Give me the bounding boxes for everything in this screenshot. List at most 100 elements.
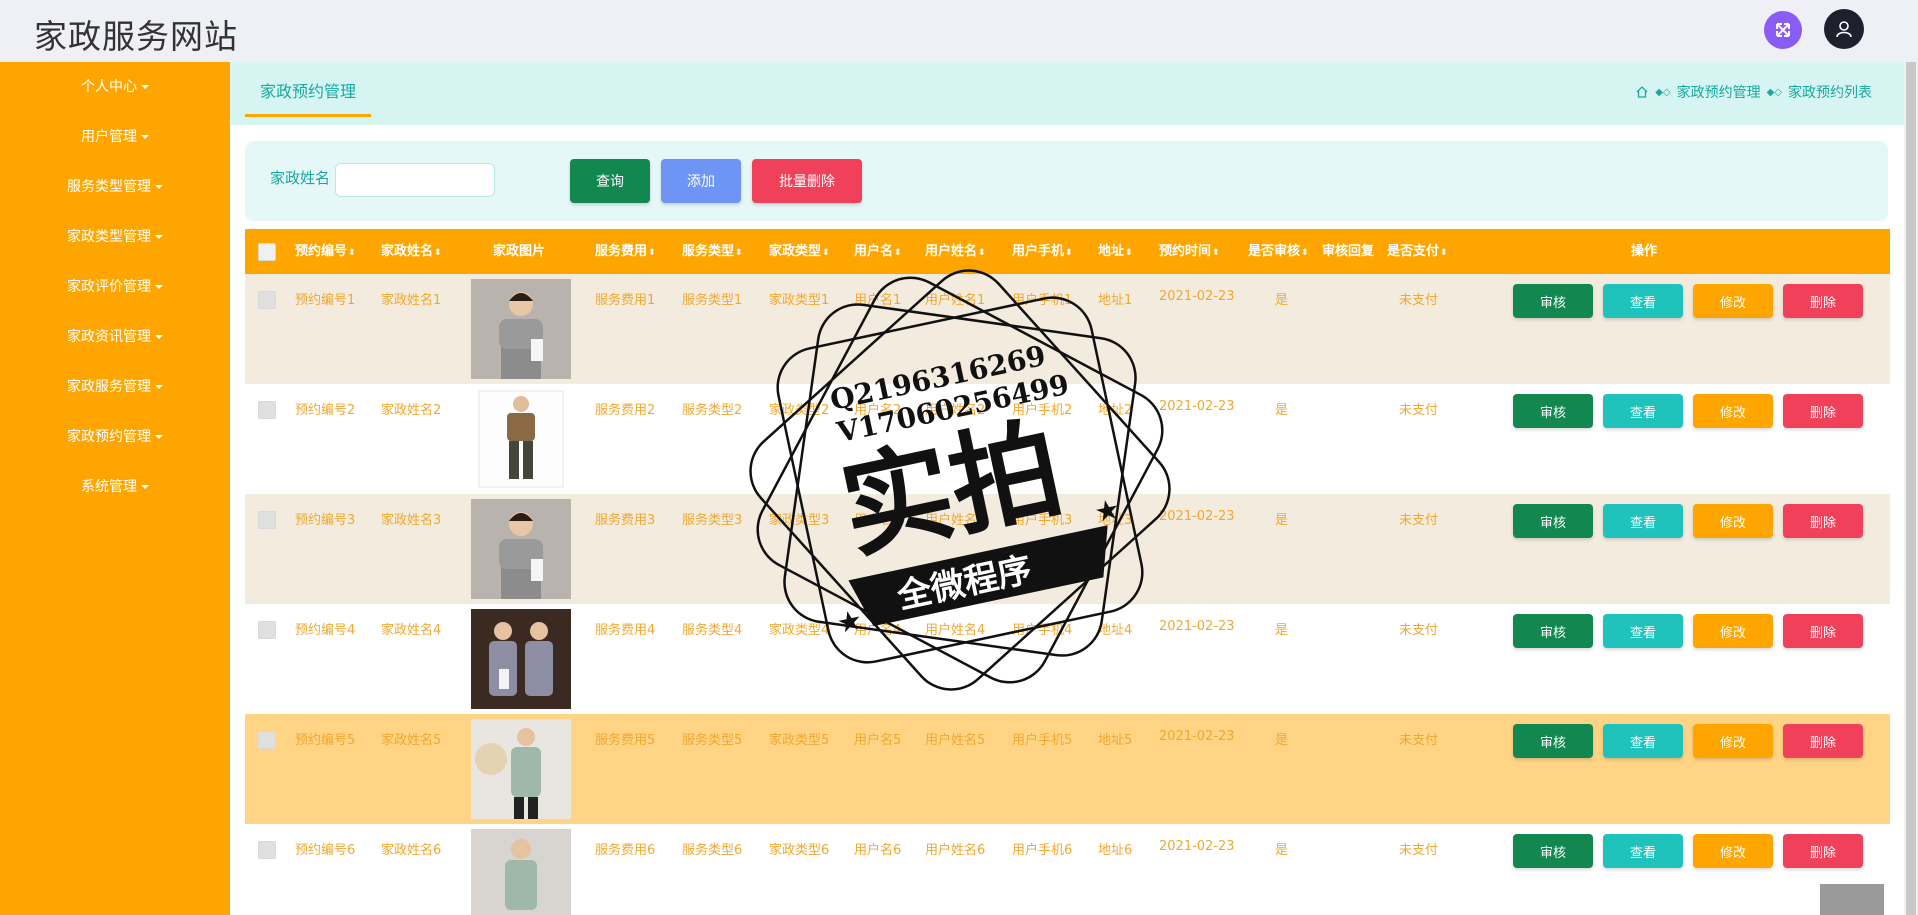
cell-fee: 服务费用2 <box>595 403 656 418</box>
sidebar-item-appointments[interactable]: 家政预约管理 <box>0 417 230 457</box>
header-address[interactable]: 地址⬍ <box>1098 229 1133 274</box>
cell-time: 2021-02-23 <box>1159 289 1235 304</box>
tab-appointments[interactable]: 家政预约管理 <box>245 72 372 117</box>
sort-icon: ⬍ <box>348 248 356 258</box>
cell-service-type: 服务类型5 <box>682 733 743 748</box>
breadcrumb: ◆◇ 家政预约管理 ◆◇ 家政预约列表 <box>1635 82 1872 102</box>
edit-button[interactable]: 修改 <box>1693 504 1773 538</box>
cell-paid: 未支付 <box>1399 733 1439 748</box>
cell-user-realname: 用户姓名5 <box>925 733 986 748</box>
table-row: 预约编号5 家政姓名5 服务费用5 服务类型5 家政类型5 用户名5 用户姓名5… <box>245 714 1890 824</box>
cell-paid: 未支付 <box>1399 623 1439 638</box>
header-username[interactable]: 用户名⬍ <box>854 229 902 274</box>
delete-button[interactable]: 删除 <box>1783 504 1863 538</box>
header-name[interactable]: 家政姓名⬍ <box>381 229 442 274</box>
breadcrumb-item[interactable]: 家政预约列表 <box>1788 82 1872 102</box>
sidebar-item-personal-center[interactable]: 个人中心 <box>0 67 230 107</box>
housekeeper-photo <box>471 719 571 819</box>
select-all-checkbox[interactable] <box>258 243 276 261</box>
header-paid[interactable]: 是否支付⬍ <box>1387 229 1448 274</box>
search-panel: 家政姓名 查询 添加 批量删除 <box>245 141 1888 221</box>
user-avatar-button[interactable] <box>1824 9 1864 49</box>
add-button[interactable]: 添加 <box>661 159 741 203</box>
audit-button[interactable]: 审核 <box>1513 614 1593 648</box>
sidebar-item-reviews[interactable]: 家政评价管理 <box>0 267 230 307</box>
header-user-realname[interactable]: 用户姓名⬍ <box>925 229 986 274</box>
cell-audited: 是 <box>1275 403 1289 418</box>
breadcrumb-item[interactable]: 家政预约管理 <box>1677 82 1761 102</box>
cell-service-type: 服务类型2 <box>682 403 743 418</box>
cell-user-realname: 用户姓名4 <box>925 623 986 638</box>
view-button[interactable]: 查看 <box>1603 614 1683 648</box>
sidebar-item-label: 家政评价管理 <box>67 279 151 295</box>
header-time[interactable]: 预约时间⬍ <box>1159 229 1220 274</box>
edit-button[interactable]: 修改 <box>1693 724 1773 758</box>
cell-id: 预约编号4 <box>295 623 356 638</box>
audit-button[interactable]: 审核 <box>1513 284 1593 318</box>
cell-name: 家政姓名4 <box>381 623 442 638</box>
cell-time: 2021-02-23 <box>1159 619 1235 634</box>
cell-user-phone: 用户手机1 <box>1012 293 1073 308</box>
header-housekeeping-type[interactable]: 家政类型⬍ <box>769 229 830 274</box>
header-appointment-id[interactable]: 预约编号⬍ <box>295 229 356 274</box>
audit-button[interactable]: 审核 <box>1513 504 1593 538</box>
view-button[interactable]: 查看 <box>1603 284 1683 318</box>
header-user-phone[interactable]: 用户手机⬍ <box>1012 229 1073 274</box>
search-input[interactable] <box>335 163 495 197</box>
cell-audited: 是 <box>1275 293 1289 308</box>
view-button[interactable]: 查看 <box>1603 504 1683 538</box>
sort-icon: ⬍ <box>648 248 656 258</box>
row-checkbox[interactable] <box>258 841 276 859</box>
delete-button[interactable]: 删除 <box>1783 394 1863 428</box>
row-checkbox[interactable] <box>258 621 276 639</box>
search-label: 家政姓名 <box>270 169 331 187</box>
sidebar-item-system[interactable]: 系统管理 <box>0 467 230 507</box>
sort-icon: ⬍ <box>1440 248 1448 258</box>
sidebar-item-news[interactable]: 家政资讯管理 <box>0 317 230 357</box>
edit-button[interactable]: 修改 <box>1693 284 1773 318</box>
cell-user-realname: 用户姓名3 <box>925 513 986 528</box>
housekeeper-photo <box>471 829 571 915</box>
batch-delete-button[interactable]: 批量删除 <box>752 159 862 203</box>
row-checkbox[interactable] <box>258 731 276 749</box>
fullscreen-button[interactable] <box>1764 11 1802 49</box>
delete-button[interactable]: 删除 <box>1783 724 1863 758</box>
view-button[interactable]: 查看 <box>1603 724 1683 758</box>
housekeeper-photo <box>471 609 571 709</box>
main-content: 家政预约管理 ◆◇ 家政预约管理 ◆◇ 家政预约列表 家政姓名 查询 添加 批量… <box>230 62 1904 915</box>
cell-housekeeping-type: 家政类型4 <box>769 623 830 638</box>
audit-button[interactable]: 审核 <box>1513 724 1593 758</box>
header-fee[interactable]: 服务费用⬍ <box>595 229 656 274</box>
floating-widget[interactable] <box>1820 884 1884 915</box>
edit-button[interactable]: 修改 <box>1693 834 1773 868</box>
sidebar-item-service-types[interactable]: 服务类型管理 <box>0 167 230 207</box>
audit-button[interactable]: 审核 <box>1513 394 1593 428</box>
top-bar: 家政服务网站 <box>0 0 1918 62</box>
row-checkbox[interactable] <box>258 511 276 529</box>
sidebar-item-label: 个人中心 <box>81 79 137 95</box>
view-button[interactable]: 查看 <box>1603 834 1683 868</box>
edit-button[interactable]: 修改 <box>1693 394 1773 428</box>
cell-service-type: 服务类型6 <box>682 843 743 858</box>
sidebar-item-users[interactable]: 用户管理 <box>0 117 230 157</box>
header-audited[interactable]: 是否审核⬍ <box>1248 229 1309 274</box>
row-checkbox[interactable] <box>258 291 276 309</box>
sidebar-item-housekeeping-types[interactable]: 家政类型管理 <box>0 217 230 257</box>
scrollbar-thumb[interactable] <box>1906 62 1916 915</box>
home-icon[interactable] <box>1635 85 1649 99</box>
cell-housekeeping-type: 家政类型2 <box>769 403 830 418</box>
page-scrollbar[interactable] <box>1904 62 1918 915</box>
edit-button[interactable]: 修改 <box>1693 614 1773 648</box>
cell-user-realname: 用户姓名1 <box>925 293 986 308</box>
row-checkbox[interactable] <box>258 401 276 419</box>
header-service-type[interactable]: 服务类型⬍ <box>682 229 743 274</box>
view-button[interactable]: 查看 <box>1603 394 1683 428</box>
sidebar-item-services[interactable]: 家政服务管理 <box>0 367 230 407</box>
delete-button[interactable]: 删除 <box>1783 284 1863 318</box>
delete-button[interactable]: 删除 <box>1783 834 1863 868</box>
audit-button[interactable]: 审核 <box>1513 834 1593 868</box>
cell-time: 2021-02-23 <box>1159 399 1235 414</box>
expand-icon <box>1776 23 1790 37</box>
query-button[interactable]: 查询 <box>570 159 650 203</box>
delete-button[interactable]: 删除 <box>1783 614 1863 648</box>
